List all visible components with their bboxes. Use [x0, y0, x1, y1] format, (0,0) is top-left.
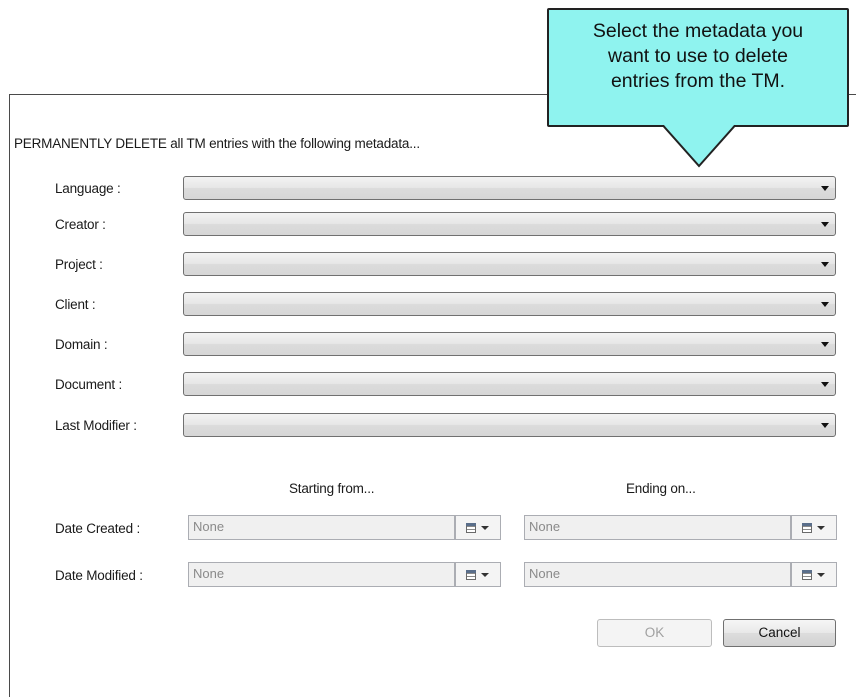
- callout-pointer-fill: [663, 124, 735, 166]
- callout-pointer: [662, 124, 736, 168]
